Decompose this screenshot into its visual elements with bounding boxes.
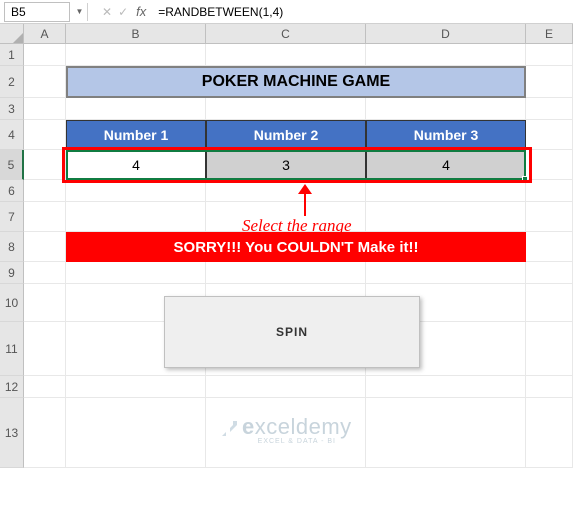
cancel-icon[interactable]: ✕ xyxy=(102,5,112,19)
column-headers: A B C D E xyxy=(24,24,573,44)
game-title: POKER MACHINE GAME xyxy=(66,66,526,98)
row-header-1[interactable]: 1 xyxy=(0,44,24,66)
col-header-a[interactable]: A xyxy=(24,24,66,44)
col-header-b[interactable]: B xyxy=(66,24,206,44)
row-header-5[interactable]: 5 xyxy=(0,150,24,180)
row-header-12[interactable]: 12 xyxy=(0,376,24,398)
spin-button[interactable]: SPIN xyxy=(164,296,420,368)
row-header-2[interactable]: 2 xyxy=(0,66,24,98)
row-header-8[interactable]: 8 xyxy=(0,232,24,262)
enter-icon[interactable]: ✓ xyxy=(118,5,128,19)
select-all-corner[interactable] xyxy=(0,24,24,44)
row-header-6[interactable]: 6 xyxy=(0,180,24,202)
col-header-d[interactable]: D xyxy=(366,24,526,44)
row-headers: 1 2 3 4 5 6 7 8 9 10 11 12 13 xyxy=(0,44,24,468)
col-header-e[interactable]: E xyxy=(526,24,573,44)
formula-bar-row: ▼ ✕ ✓ fx xyxy=(0,0,573,24)
worksheet: 1 2 3 4 5 6 7 8 9 10 11 12 13 A B C D E xyxy=(0,24,573,516)
row-header-4[interactable]: 4 xyxy=(0,120,24,150)
name-box[interactable] xyxy=(4,2,70,22)
row-header-3[interactable]: 3 xyxy=(0,98,24,120)
fill-handle[interactable] xyxy=(522,176,528,182)
col-header-c[interactable]: C xyxy=(206,24,366,44)
row-header-13[interactable]: 13 xyxy=(0,398,24,468)
cell-b5[interactable]: 4 xyxy=(66,150,206,180)
row-header-11[interactable]: 11 xyxy=(0,322,24,376)
row-header-10[interactable]: 10 xyxy=(0,284,24,322)
col-number1-header: Number 1 xyxy=(66,120,206,150)
row-header-9[interactable]: 9 xyxy=(0,262,24,284)
cell-d5[interactable]: 4 xyxy=(366,150,526,180)
fx-icon[interactable]: fx xyxy=(136,4,146,19)
result-message: SORRY!!! You COULDN'T Make it!! xyxy=(66,232,526,262)
watermark-logo: exceldemy EXCEL & DATA - BI xyxy=(242,414,352,445)
row-header-7[interactable]: 7 xyxy=(0,202,24,232)
cell-c5[interactable]: 3 xyxy=(206,150,366,180)
watermark-arrow-icon xyxy=(220,418,240,438)
col-number3-header: Number 3 xyxy=(366,120,526,150)
col-number2-header: Number 2 xyxy=(206,120,366,150)
name-box-dropdown[interactable]: ▼ xyxy=(72,3,88,21)
grid[interactable]: POKER MACHINE GAME Number 1 Number 2 Num… xyxy=(24,44,573,516)
formula-bar-icons: ✕ ✓ xyxy=(96,5,134,19)
formula-input[interactable] xyxy=(154,2,569,22)
